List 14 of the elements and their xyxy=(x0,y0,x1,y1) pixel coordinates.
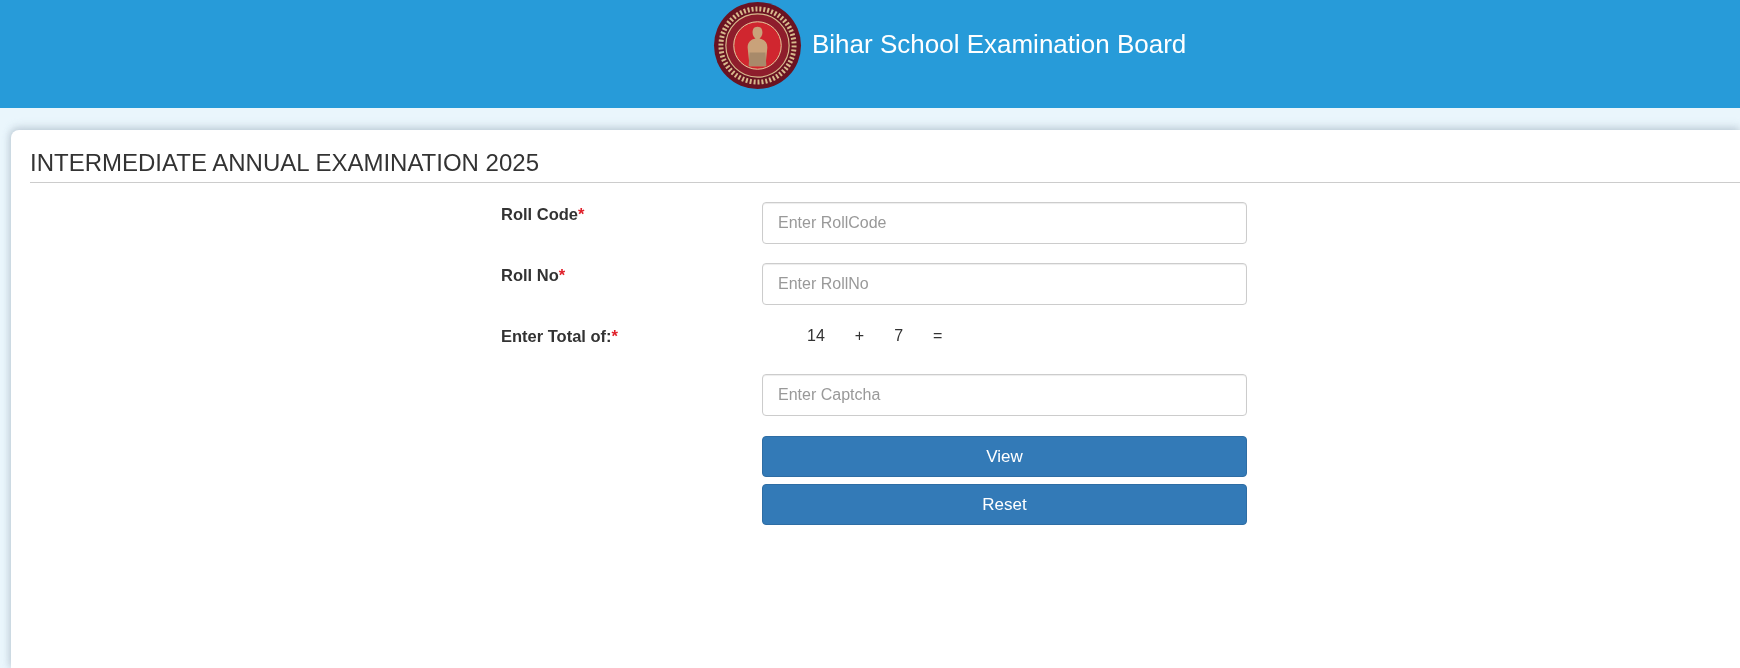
field-label: Roll Code* xyxy=(501,204,585,224)
input-field[interactable]: Enter Captcha xyxy=(762,374,1247,416)
field-label: Enter Total of:* xyxy=(501,326,619,346)
reset-button[interactable]: Reset xyxy=(762,484,1247,525)
captcha-term: 7 xyxy=(894,326,904,346)
input-field[interactable]: Enter RollCode xyxy=(762,202,1247,244)
field-label: Roll No* xyxy=(501,265,566,285)
captcha-term: + xyxy=(854,326,865,346)
captcha-term: 14 xyxy=(807,326,825,346)
captcha-term: = xyxy=(933,326,943,346)
input-field[interactable]: Enter RollNo xyxy=(762,263,1247,305)
page-title: INTERMEDIATE ANNUAL EXAMINATION 2025 xyxy=(30,149,539,177)
view-button[interactable]: View xyxy=(762,436,1247,477)
site-title: Bihar School Examination Board xyxy=(812,29,1187,59)
